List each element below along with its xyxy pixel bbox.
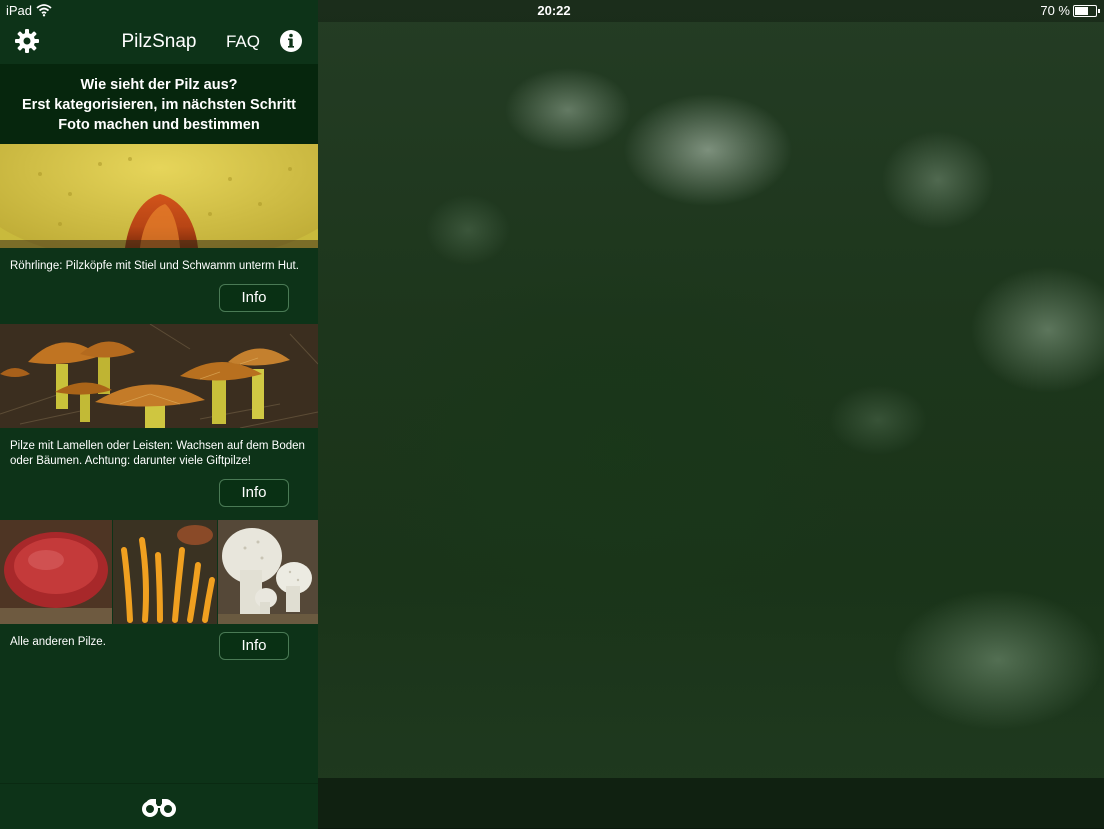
device-name: iPad bbox=[6, 3, 33, 18]
status-bar-background bbox=[318, 0, 1104, 22]
category-description: Röhrlinge: Pilzköpfe mit Stiel und Schwa… bbox=[10, 260, 299, 272]
info-icon[interactable] bbox=[279, 29, 303, 53]
headline-line-2: Erst kategorisieren, im nächsten Schritt bbox=[22, 97, 296, 113]
info-button[interactable]: Info bbox=[219, 284, 289, 312]
info-button[interactable]: Info bbox=[219, 479, 289, 507]
headline-line-1: Wie sieht der Pilz aus? bbox=[80, 77, 238, 93]
headline-line-3: Foto machen und bestimmen bbox=[58, 117, 260, 133]
category-panel: PilzSnap FAQ Wie sieht der Pilz aus? Ers… bbox=[0, 0, 318, 829]
other-fungi-image[interactable] bbox=[0, 520, 318, 624]
bolete-image[interactable] bbox=[0, 144, 318, 248]
battery-percentage: 70 % bbox=[1040, 3, 1070, 18]
camera-toolbar bbox=[318, 778, 1104, 828]
headline: Wie sieht der Pilz aus? Erst kategorisie… bbox=[0, 64, 318, 144]
info-button[interactable]: Info bbox=[219, 632, 289, 660]
faq-button[interactable]: FAQ bbox=[222, 32, 264, 52]
app-title: PilzSnap bbox=[121, 31, 197, 52]
category-description: Pilze mit Lamellen oder Leisten: Wachsen… bbox=[10, 440, 305, 467]
battery-fill bbox=[1075, 7, 1088, 15]
gilled-mushroom-image[interactable] bbox=[0, 324, 318, 428]
battery-nub bbox=[1098, 9, 1100, 13]
nav-bar: PilzSnap FAQ bbox=[0, 22, 318, 64]
status-bar: iPad 20:22 70 % bbox=[0, 0, 1104, 22]
battery-icon bbox=[1073, 5, 1100, 17]
bottom-toolbar bbox=[0, 783, 318, 829]
clock: 20:22 bbox=[537, 3, 571, 18]
gear-icon[interactable] bbox=[14, 28, 40, 54]
wifi-icon bbox=[36, 4, 52, 17]
camera-preview[interactable] bbox=[318, 0, 1104, 828]
binoculars-icon[interactable] bbox=[140, 796, 178, 818]
